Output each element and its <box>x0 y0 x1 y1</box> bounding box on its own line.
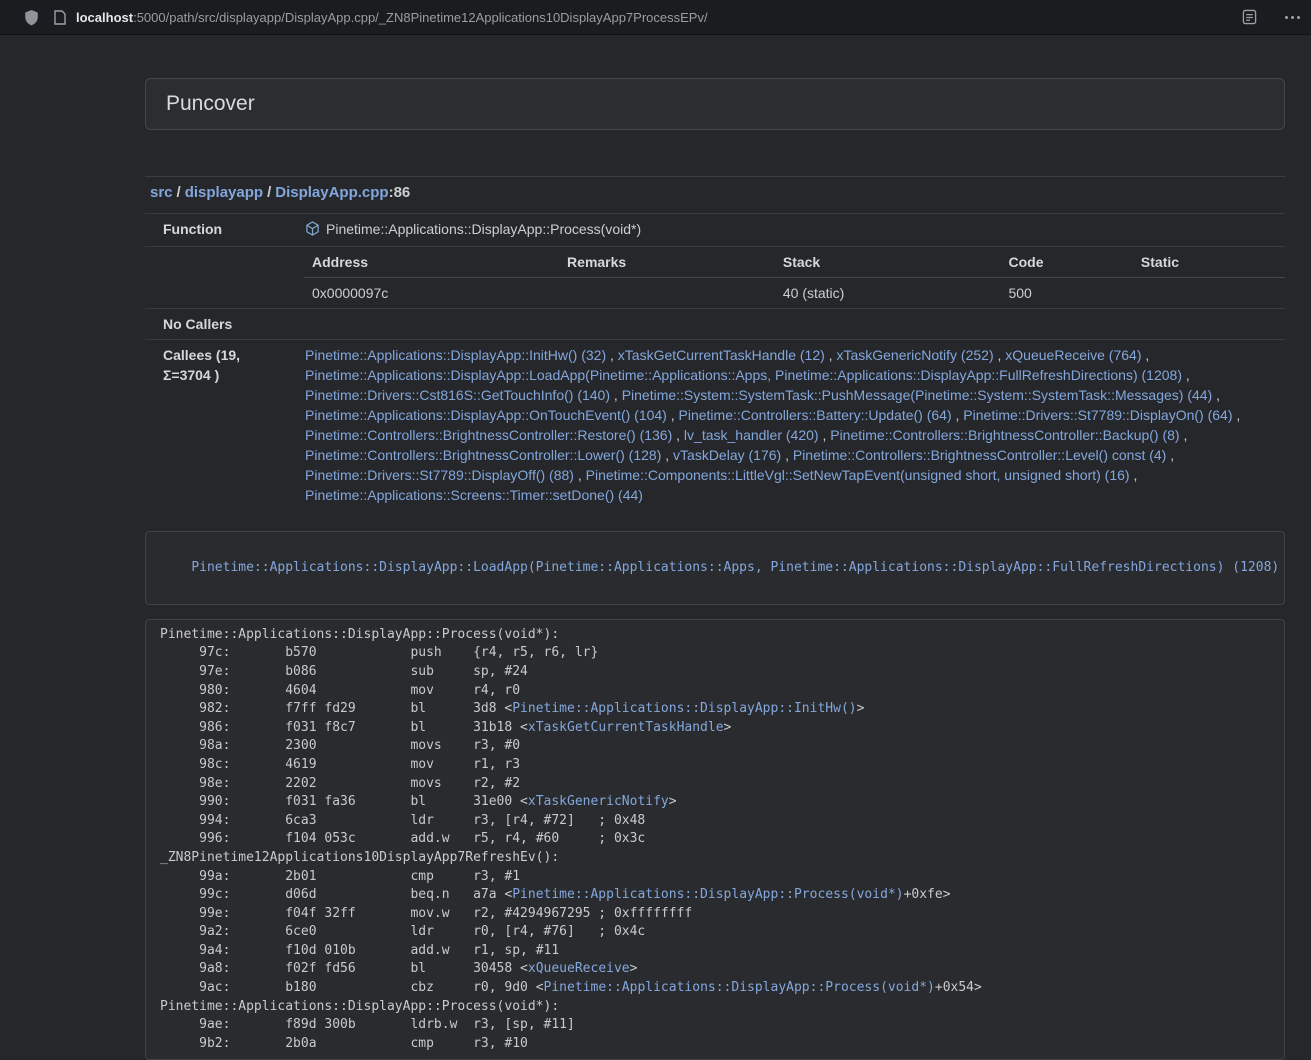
page-container: Puncover src/displayapp/DisplayApp.cpp:8… <box>145 78 1285 1060</box>
reader-mode-icon[interactable] <box>1242 9 1257 25</box>
callers-cell <box>290 309 1285 340</box>
breadcrumb-separator: / <box>267 184 271 201</box>
callee-link[interactable]: vTaskDelay (176) <box>673 447 781 463</box>
browser-toolbar: localhost:5000/path/src/displayapp/Displ… <box>0 0 1311 35</box>
callee-separator: , <box>1180 427 1188 443</box>
col-stack: Stack <box>775 247 1001 278</box>
overflow-menu-icon[interactable] <box>1283 16 1301 19</box>
col-remarks: Remarks <box>559 247 775 278</box>
breadcrumb-src[interactable]: src <box>150 184 173 201</box>
assembly-code: Pinetime::Applications::DisplayApp::Proc… <box>145 619 1285 1060</box>
callee-separator: , <box>610 387 622 403</box>
callee-separator: , <box>574 467 586 483</box>
breadcrumb-displayapp[interactable]: displayapp <box>185 184 263 201</box>
callee-link[interactable]: Pinetime::Applications::Screens::Timer::… <box>305 487 643 503</box>
callee-link[interactable]: Pinetime::Applications::DisplayApp::OnTo… <box>305 407 667 423</box>
callee-link[interactable]: xTaskGetCurrentTaskHandle (12) <box>618 347 825 363</box>
shield-icon[interactable] <box>24 9 39 26</box>
app-header: Puncover <box>145 78 1285 130</box>
callee-separator: , <box>825 347 837 363</box>
function-row: Function Pinetime::Applications::Display… <box>145 214 1285 247</box>
callees-row: Callees (19, Σ=3704 ) Pinetime::Applicat… <box>145 340 1285 511</box>
breadcrumb: src/displayapp/DisplayApp.cpp:86 <box>145 183 1285 203</box>
callee-separator: , <box>1166 447 1174 463</box>
callees-list: Pinetime::Applications::DisplayApp::Init… <box>290 340 1285 511</box>
callee-link[interactable]: Pinetime::Components::LittleVgl::SetNewT… <box>586 467 1130 483</box>
page-icon <box>54 10 66 25</box>
asm-symbol-link[interactable]: xTaskGetCurrentTaskHandle <box>528 720 724 735</box>
no-callers-label: No Callers <box>145 309 290 340</box>
callee-link[interactable]: Pinetime::Controllers::BrightnessControl… <box>305 447 661 463</box>
asm-symbol-link[interactable]: xTaskGenericNotify <box>528 794 669 809</box>
url-host: localhost <box>76 10 133 25</box>
breadcrumb-file[interactable]: DisplayApp.cpp <box>275 184 388 201</box>
remarks-value <box>559 278 775 309</box>
callee-separator: , <box>781 447 793 463</box>
asm-symbol-link[interactable]: Pinetime::Applications::DisplayApp::Init… <box>512 701 856 716</box>
callee-link[interactable]: Pinetime::Controllers::Battery::Update()… <box>679 407 952 423</box>
metrics-cell: Address Remarks Stack Code Static 0x0000… <box>290 247 1285 309</box>
divider <box>145 176 1285 177</box>
callee-link[interactable]: Pinetime::Drivers::Cst816S::GetTouchInfo… <box>305 387 610 403</box>
col-code: Code <box>1000 247 1132 278</box>
callee-separator: , <box>661 447 673 463</box>
symbol-table: Function Pinetime::Applications::Display… <box>145 213 1285 510</box>
metrics-row-label <box>145 247 290 309</box>
address-value: 0x0000097c <box>304 278 559 309</box>
toolbar-actions <box>1242 9 1301 25</box>
col-address: Address <box>304 247 559 278</box>
callee-separator: , <box>1130 467 1138 483</box>
callee-separator: , <box>819 427 831 443</box>
function-name: Pinetime::Applications::DisplayApp::Proc… <box>326 221 641 237</box>
callee-separator: , <box>1141 347 1149 363</box>
url-text: localhost:5000/path/src/displayapp/Displ… <box>76 10 708 25</box>
callees-label: Callees (19, Σ=3704 ) <box>145 340 290 511</box>
callee-separator: , <box>1182 367 1190 383</box>
code-value: 500 <box>1000 278 1132 309</box>
callee-link[interactable]: Pinetime::Drivers::St7789::DisplayOff() … <box>305 467 574 483</box>
callee-separator: , <box>606 347 618 363</box>
callee-link[interactable]: Pinetime::Drivers::St7789::DisplayOn() (… <box>963 407 1232 423</box>
callee-link[interactable]: xTaskGenericNotify (252) <box>836 347 993 363</box>
callee-link[interactable]: Pinetime::Controllers::BrightnessControl… <box>793 447 1166 463</box>
breadcrumb-separator: / <box>177 184 181 201</box>
stack-value: 40 (static) <box>775 278 1001 309</box>
static-value <box>1133 278 1285 309</box>
metrics-table: Address Remarks Stack Code Static 0x0000… <box>304 247 1285 308</box>
callee-link[interactable]: Pinetime::Applications::DisplayApp::Init… <box>305 347 606 363</box>
metrics-values-row: 0x0000097c 40 (static) 500 <box>304 278 1285 309</box>
loadapp-link[interactable]: Pinetime::Applications::DisplayApp::Load… <box>191 560 1279 575</box>
callee-link[interactable]: Pinetime::Applications::DisplayApp::Load… <box>305 367 1182 383</box>
url-bar[interactable]: localhost:5000/path/src/displayapp/Displ… <box>54 10 1230 25</box>
callers-row: No Callers <box>145 309 1285 340</box>
function-name-cell: Pinetime::Applications::DisplayApp::Proc… <box>290 214 1285 247</box>
loadapp-highlight-box: Pinetime::Applications::DisplayApp::Load… <box>145 531 1285 605</box>
metrics-row: Address Remarks Stack Code Static 0x0000… <box>145 247 1285 309</box>
url-path: :5000/path/src/displayapp/DisplayApp.cpp… <box>133 10 708 25</box>
callee-separator: , <box>994 347 1006 363</box>
asm-symbol-link[interactable]: Pinetime::Applications::DisplayApp::Proc… <box>512 887 903 902</box>
callee-separator: , <box>952 407 964 423</box>
breadcrumb-line-number: :86 <box>389 184 411 201</box>
callee-separator: , <box>1212 387 1220 403</box>
callee-link[interactable]: Pinetime::Controllers::BrightnessControl… <box>305 427 672 443</box>
symbol-type-icon <box>305 221 320 241</box>
page-title: Puncover <box>166 92 1264 116</box>
callee-separator: , <box>672 427 684 443</box>
callee-link[interactable]: lv_task_handler (420) <box>684 427 819 443</box>
callee-link[interactable]: Pinetime::Controllers::BrightnessControl… <box>830 427 1179 443</box>
callee-separator: , <box>1233 407 1241 423</box>
asm-symbol-link[interactable]: xQueueReceive <box>528 961 630 976</box>
function-row-label: Function <box>145 214 290 247</box>
callee-link[interactable]: Pinetime::System::SystemTask::PushMessag… <box>622 387 1213 403</box>
callee-separator: , <box>667 407 679 423</box>
asm-symbol-link[interactable]: Pinetime::Applications::DisplayApp::Proc… <box>544 980 935 995</box>
callee-link[interactable]: xQueueReceive (764) <box>1005 347 1141 363</box>
col-static: Static <box>1133 247 1285 278</box>
